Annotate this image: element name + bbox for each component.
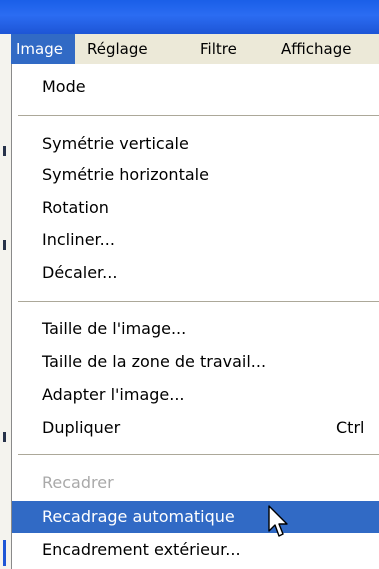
menu-separator <box>18 115 379 117</box>
menu-separator <box>18 301 379 303</box>
edge-mark <box>3 146 6 156</box>
menu-item-auto-crop[interactable]: Recadrage automatique <box>12 501 379 533</box>
menu-bar: Image Réglage Filtre Affichage <box>11 34 379 64</box>
menu-item-label: Mode <box>42 77 86 96</box>
menu-item-label: Symétrie horizontale <box>42 165 209 184</box>
menubar-item-affichage[interactable]: Affichage <box>281 34 351 64</box>
edge-mark <box>3 540 6 566</box>
menu-item-label: Encadrement extérieur... <box>42 540 241 559</box>
menu-item-flip-horizontal[interactable]: Symétrie horizontale <box>12 159 379 191</box>
menu-item-outer-frame[interactable]: Encadrement extérieur... <box>12 534 379 566</box>
edge-mark <box>3 240 6 250</box>
menu-item-label: Rotation <box>42 198 109 217</box>
menu-item-fit-image[interactable]: Adapter l'image... <box>12 379 379 411</box>
menu-item-label: Recadrage automatique <box>42 507 235 526</box>
menu-item-shortcut: Ctrl <box>336 418 365 437</box>
menu-item-label: Symétrie verticale <box>42 134 189 153</box>
edge-mark <box>3 432 6 442</box>
menu-item-label: Taille de l'image... <box>42 319 187 338</box>
menu-item-label: Incliner... <box>42 230 115 249</box>
menu-item-canvas-size[interactable]: Taille de la zone de travail... <box>12 346 379 378</box>
menubar-item-image[interactable]: Image <box>11 34 75 64</box>
background-window-edge <box>0 34 11 569</box>
mouse-pointer-icon <box>268 505 288 537</box>
menu-separator <box>18 454 379 456</box>
menu-item-rotation[interactable]: Rotation <box>12 192 379 224</box>
screenshot-root: Image Réglage Filtre Affichage Mode Symé… <box>0 0 379 569</box>
menu-item-label: Décaler... <box>42 263 118 282</box>
menu-item-skew[interactable]: Incliner... <box>12 224 379 256</box>
menu-item-label: Dupliquer <box>42 418 121 437</box>
menubar-item-filtre[interactable]: Filtre <box>200 34 237 64</box>
menu-item-crop: Recadrer <box>12 467 379 499</box>
menu-item-offset[interactable]: Décaler... <box>12 257 379 289</box>
menu-item-duplicate[interactable]: Dupliquer Ctrl <box>12 412 379 444</box>
menu-item-mode[interactable]: Mode <box>12 71 379 103</box>
image-menu-dropdown: Mode Symétrie verticale Symétrie horizon… <box>11 64 379 569</box>
window-title-bar <box>0 0 379 34</box>
menu-item-label: Recadrer <box>42 473 114 492</box>
menubar-item-reglage[interactable]: Réglage <box>87 34 148 64</box>
menu-item-image-size[interactable]: Taille de l'image... <box>12 313 379 345</box>
menu-item-label: Adapter l'image... <box>42 385 185 404</box>
menu-item-label: Taille de la zone de travail... <box>42 352 267 371</box>
menu-item-flip-vertical[interactable]: Symétrie verticale <box>12 128 379 160</box>
